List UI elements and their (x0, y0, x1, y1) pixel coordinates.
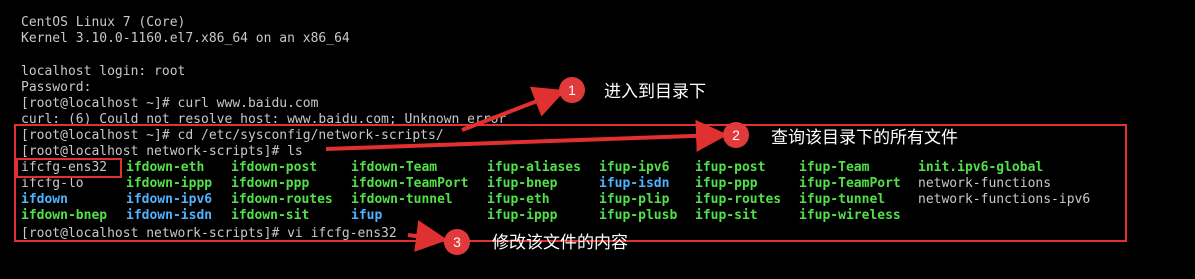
step-badge-1: 1 (559, 77, 585, 103)
arrow-3 (407, 220, 448, 252)
step-label-3: 修改该文件的内容 (492, 233, 628, 253)
arrow-2 (325, 119, 728, 152)
step-label-2: 查询该目录下的所有文件 (771, 128, 958, 148)
arrow-1 (461, 86, 566, 132)
step-badge-3: 3 (444, 229, 470, 255)
step-badge-2: 2 (723, 122, 749, 148)
step-label-1: 进入到目录下 (604, 82, 706, 102)
